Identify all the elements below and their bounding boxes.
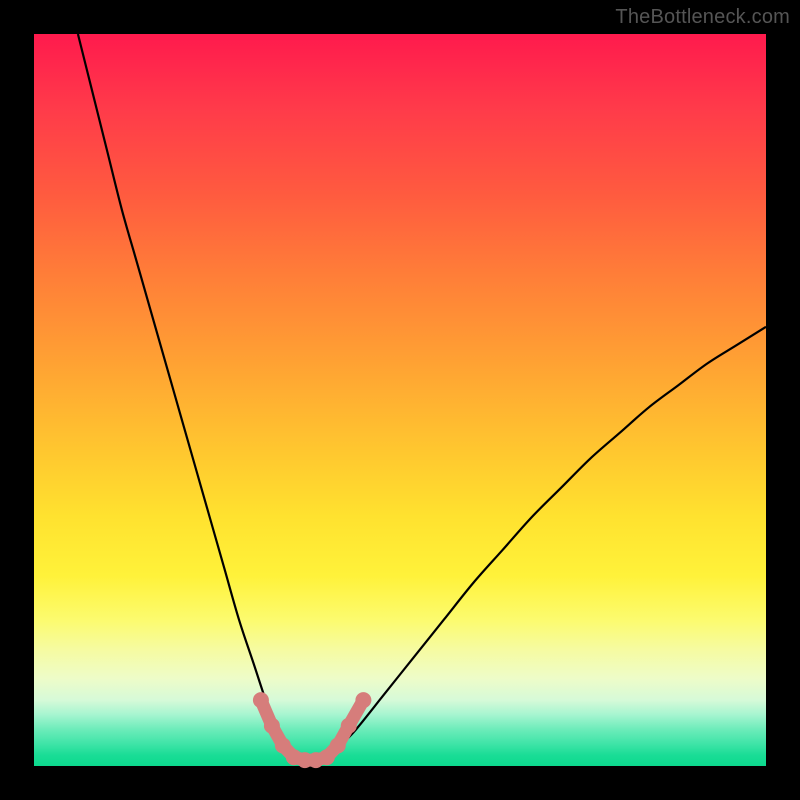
bottleneck-curve-path bbox=[78, 34, 766, 759]
curve-svg bbox=[34, 34, 766, 766]
marker-dot bbox=[341, 718, 357, 734]
marker-dots-group bbox=[253, 692, 371, 768]
chart-frame: TheBottleneck.com bbox=[0, 0, 800, 800]
marker-dot bbox=[319, 749, 335, 765]
marker-dot bbox=[264, 718, 280, 734]
marker-dot bbox=[275, 738, 291, 754]
plot-area bbox=[34, 34, 766, 766]
marker-dot bbox=[253, 692, 269, 708]
marker-dot bbox=[330, 738, 346, 754]
watermark-text: TheBottleneck.com bbox=[615, 6, 790, 29]
marker-dot bbox=[355, 692, 371, 708]
curve-line bbox=[78, 34, 766, 759]
